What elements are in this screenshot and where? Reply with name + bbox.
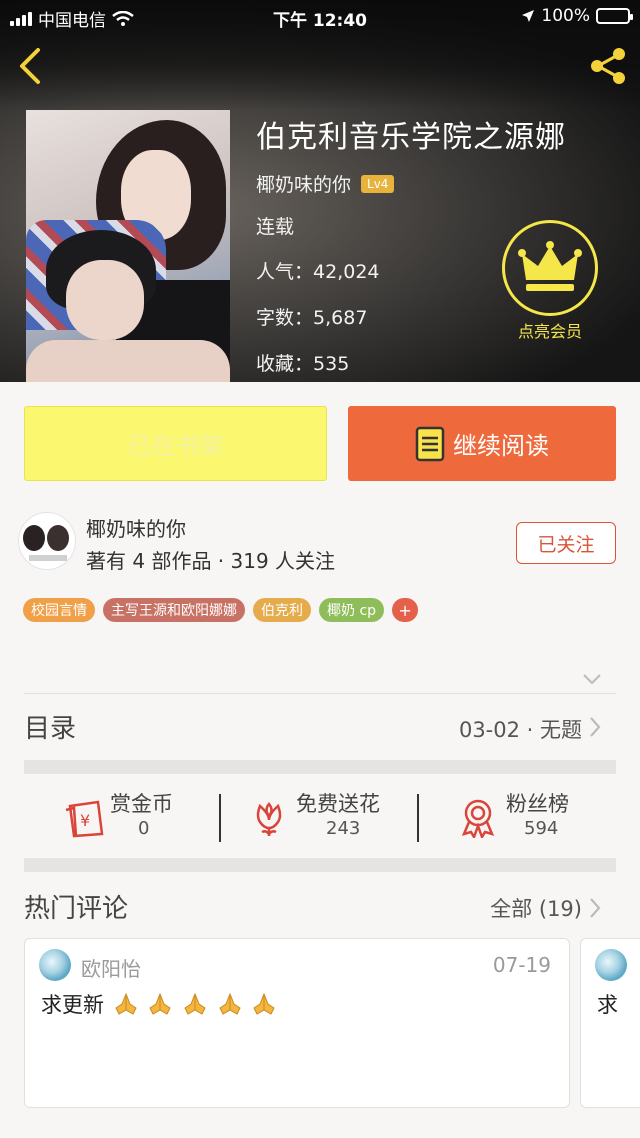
comment-card[interactable]: 欧阳怡 07-19 求更新 xyxy=(24,938,570,1108)
author-avatar[interactable] xyxy=(18,512,76,570)
book-cover-image[interactable] xyxy=(26,110,230,382)
book-word-count: 字数：5,687 xyxy=(256,303,367,330)
tag-campus-romance[interactable]: 校园言情 xyxy=(23,598,95,622)
popularity-label: 人气： xyxy=(256,261,314,283)
commenter-avatar[interactable] xyxy=(595,949,627,981)
author-level-badge: Lv4 xyxy=(361,174,395,193)
latest-chapter[interactable]: 03-02 · 无题 xyxy=(459,714,582,744)
table-of-contents-row[interactable]: 目录 03-02 · 无题 xyxy=(0,694,640,760)
praying-hands-icon xyxy=(115,992,137,1015)
tag-coconut-cp[interactable]: 椰奶 cp xyxy=(319,598,385,622)
back-button[interactable] xyxy=(14,46,50,86)
stats-row: ¥ 赏金币 0 免费送花 243 粉丝榜 594 xyxy=(0,774,640,858)
book-popularity: 人气：42,024 xyxy=(256,257,380,284)
continue-reading-button[interactable]: 继续阅读 xyxy=(348,406,616,481)
fan-ranking-value: 594 xyxy=(524,818,559,839)
tag-main-pairing[interactable]: 主写王源和欧阳娜娜 xyxy=(103,598,245,622)
award-ribbon-icon xyxy=(461,799,495,838)
book-favorites: 收藏：535 xyxy=(256,349,349,376)
followed-button[interactable]: 已关注 xyxy=(516,522,616,564)
commenter-avatar[interactable] xyxy=(39,949,71,981)
comment-date: 07-19 xyxy=(492,953,551,977)
status-bar: 中国电信 下午 12:40 100% xyxy=(0,0,640,34)
tag-berklee[interactable]: 伯克利 xyxy=(253,598,311,622)
author-name[interactable]: 椰奶味的你 xyxy=(86,513,186,542)
share-button[interactable] xyxy=(588,46,628,86)
tag-list: 校园言情 主写王源和欧阳娜娜 伯克利 椰奶 cp + xyxy=(23,598,419,622)
author-stats: 著有 4 部作品 · 319 人关注 xyxy=(86,549,336,573)
vip-label: 点亮会员 xyxy=(517,322,582,341)
comment-card[interactable]: 求 xyxy=(580,938,640,1108)
book-status: 连载 xyxy=(256,216,295,238)
praying-hands-icon xyxy=(219,992,241,1015)
coin-envelope-icon: ¥ xyxy=(65,800,104,838)
praying-hands-icon xyxy=(184,992,206,1015)
popularity-value: 42,024 xyxy=(313,261,380,283)
praying-hands-icon xyxy=(253,992,276,1015)
book-icon xyxy=(415,426,445,461)
praying-hands-icon xyxy=(149,992,172,1015)
book-author[interactable]: 椰奶味的你 xyxy=(256,170,351,197)
reward-coins-value: 0 xyxy=(138,818,150,839)
location-arrow-icon xyxy=(522,10,535,22)
commenter-name[interactable]: 欧阳怡 xyxy=(81,953,141,982)
action-row: 已在书架 继续阅读 xyxy=(0,382,640,502)
flower-icon xyxy=(256,802,282,837)
svg-text:¥: ¥ xyxy=(80,811,90,830)
word-count-value: 5,687 xyxy=(313,307,368,329)
all-comments-link[interactable]: 全部 (19) xyxy=(490,893,582,923)
comment-body: 求更新 xyxy=(41,993,104,1017)
continue-reading-label: 继续阅读 xyxy=(453,432,549,460)
stat-separator xyxy=(417,794,419,842)
chevron-right-icon xyxy=(590,898,601,918)
chevron-down-icon[interactable] xyxy=(582,672,602,686)
free-flowers-label: 免费送花 xyxy=(296,792,380,816)
free-flowers-value: 243 xyxy=(326,818,361,839)
stat-separator xyxy=(219,794,221,842)
battery-icon xyxy=(596,8,633,24)
comment-text: 求 xyxy=(597,993,618,1017)
toc-label: 目录 xyxy=(24,714,77,744)
comment-text: 求更新 xyxy=(41,989,277,1019)
battery-percent: 100% xyxy=(541,6,590,26)
section-divider xyxy=(24,760,616,774)
chevron-right-icon xyxy=(590,717,601,737)
favorites-label: 收藏： xyxy=(256,353,314,375)
hot-comments-heading: 热门评论 xyxy=(24,894,129,924)
add-tag-button[interactable]: + xyxy=(392,598,419,622)
word-count-label: 字数： xyxy=(256,307,314,329)
reward-coins-label: 赏金币 xyxy=(110,792,173,816)
vip-button[interactable]: 点亮会员 xyxy=(500,220,600,342)
book-header: 中国电信 下午 12:40 100% 伯克利音乐学院之源娜 椰奶味的你 Lv4 … xyxy=(0,0,640,382)
crown-icon xyxy=(502,220,598,316)
fan-ranking-label: 粉丝榜 xyxy=(506,792,569,816)
favorites-value: 535 xyxy=(313,353,350,375)
in-bookshelf-button[interactable]: 已在书架 xyxy=(24,406,327,481)
book-title: 伯克利音乐学院之源娜 xyxy=(256,120,566,155)
section-divider xyxy=(24,858,616,872)
